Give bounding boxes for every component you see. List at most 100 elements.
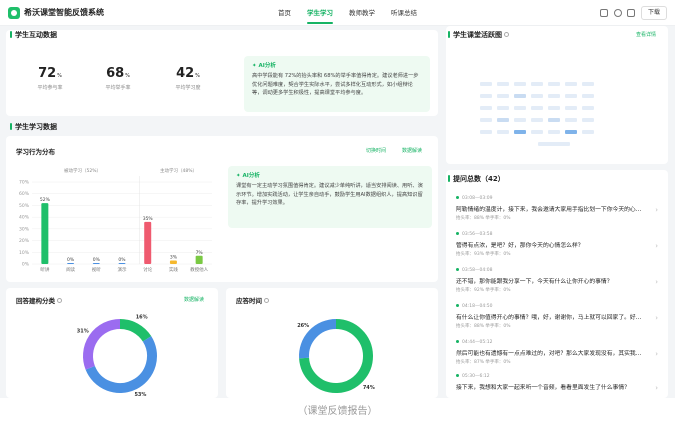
info-icon xyxy=(504,32,509,37)
answer-types-donut-chart: 16% 53% 31% xyxy=(77,315,157,398)
heatmap-cell xyxy=(548,106,560,110)
nav-home[interactable]: 首页 xyxy=(270,0,299,26)
question-item[interactable]: 03:58—04:08 还不错，那你能跟我分享一下，今天有什么让你开心的事情？ … xyxy=(456,268,658,293)
learning-title: 学生学习数据 xyxy=(10,122,57,132)
chevron-right-icon: › xyxy=(655,206,658,214)
answer-time-title: 应答时间 xyxy=(236,295,269,305)
x-tick-label: 演示 xyxy=(118,266,127,273)
bar xyxy=(41,203,49,264)
activity-title: 学生课堂活跃图 xyxy=(448,30,509,40)
answer-time-donut-chart: 74% 26% xyxy=(297,319,375,393)
chevron-right-icon: › xyxy=(655,314,658,322)
heatmap-cell xyxy=(582,106,594,110)
chevron-right-icon: › xyxy=(655,242,658,250)
y-tick-label: 40% xyxy=(19,215,30,221)
heatmap-cell xyxy=(480,82,492,86)
bar-value-label: 7% xyxy=(196,250,204,256)
heatmap-cell xyxy=(548,118,560,122)
switch-time-link[interactable]: 切换时间 xyxy=(366,147,386,154)
heatmap-cell xyxy=(480,118,492,122)
interaction-title: 学生互动数据 xyxy=(10,30,57,40)
fullscreen-icon[interactable] xyxy=(627,9,635,17)
bar-value-label: 52% xyxy=(40,197,51,203)
heatmap-cell xyxy=(531,94,543,98)
heatmap-cell xyxy=(565,130,577,134)
heatmap-cell xyxy=(514,106,526,110)
heatmap-cell xyxy=(514,94,526,98)
bar-value-label: 0% xyxy=(67,257,75,263)
bar-value-label: 3% xyxy=(170,254,178,260)
heatmap-cell xyxy=(565,106,577,110)
chevron-right-icon: › xyxy=(655,350,658,358)
stat-participation: 72% 平均参与率 xyxy=(37,66,63,91)
bar-value-label: 35% xyxy=(143,216,154,222)
heatmap-cell xyxy=(480,94,492,98)
top-bar: 希沃课堂智能反馈系统 首页 学生学习 教师教学 听课总结 下载 xyxy=(0,0,675,26)
x-tick-label: 阅读 xyxy=(66,266,75,273)
settings-icon[interactable] xyxy=(614,9,622,17)
nav-teacher-teaching[interactable]: 教师教学 xyxy=(341,0,383,26)
x-tick-label: 视听 xyxy=(92,266,101,273)
chevron-right-icon: › xyxy=(655,278,658,286)
bar xyxy=(118,263,126,264)
behavior-title: 学习行为分布 xyxy=(16,148,55,156)
app-title: 希沃课堂智能反馈系统 xyxy=(24,8,104,17)
message-icon[interactable] xyxy=(600,9,608,17)
x-tick-label: 教授他人 xyxy=(190,266,208,273)
heatmap-cell xyxy=(548,94,560,98)
heatmap-cell xyxy=(497,130,509,134)
bar xyxy=(195,255,203,264)
donut-slice xyxy=(83,319,121,370)
heatmap-cell xyxy=(531,118,543,122)
y-tick-label: 30% xyxy=(19,226,30,232)
heatmap-cell xyxy=(582,82,594,86)
download-button[interactable]: 下载 xyxy=(641,6,667,20)
y-tick-label: 70% xyxy=(19,180,30,186)
bar xyxy=(169,260,177,264)
interaction-ai-analysis: AI分析 高中学段能有 72%的抬头率和 68%的举手率值得肯定。建议老师进一步… xyxy=(244,56,430,112)
legend-passive: 被动学习（52%） xyxy=(64,169,102,174)
bar xyxy=(67,263,75,264)
stat-hand-raise: 68% 平均举手率 xyxy=(105,66,131,91)
chevron-right-icon: › xyxy=(655,384,658,392)
heatmap-cell xyxy=(497,94,509,98)
info-icon xyxy=(264,298,269,303)
figure-caption: （课堂反馈报告） xyxy=(297,406,378,417)
activity-detail-link[interactable]: 查看详情 xyxy=(636,31,656,38)
slice-label: 26% xyxy=(297,323,309,329)
learning-ai-analysis: AI分析 课堂有一定主动学习氛围值得肯定。建议减少单纯听讲，适当安排阅读、用听、… xyxy=(228,166,432,228)
x-tick-label: 实践 xyxy=(169,266,178,273)
heatmap-cell xyxy=(497,118,509,122)
slice-label: 31% xyxy=(77,329,89,335)
heatmap-cell xyxy=(497,106,509,110)
y-tick-label: 0% xyxy=(22,262,30,268)
y-tick-label: 10% xyxy=(19,250,30,256)
heatmap-cell xyxy=(565,94,577,98)
heatmap-cell xyxy=(582,118,594,122)
behavior-bar-chart: 70% 60% 50% 40% 30% 20% 10% 0% 52% 听讲 0% 阅读 0% 视听 0% 演示… xyxy=(19,176,212,273)
question-item[interactable]: 04:44—05:12 然后可能也有遗憾有一点点难过的，对吧？那么大家发现没有，… xyxy=(456,340,658,365)
heatmap-cell xyxy=(548,130,560,134)
answer-types-detail-link[interactable]: 数据解读 xyxy=(184,296,204,303)
bar xyxy=(144,221,152,264)
behavior-detail-link[interactable]: 数据解读 xyxy=(402,147,422,154)
question-item[interactable]: 05:30—6:12 接下来，我想和大家一起来听一个音频，看看里面发生了什么事情… xyxy=(456,374,658,392)
question-item[interactable]: 03:56—03:58 管得有点浓，是吧？好，那你今天的心情怎么样？ 抬头率：9… xyxy=(456,232,658,257)
question-item[interactable]: 03:08—03:09 阿勒情绪的温度计，接下来，我会邀请大家用手指比划一下你今… xyxy=(456,196,658,221)
heatmap-podium xyxy=(538,142,570,146)
legend-active: 主动学习（48%） xyxy=(160,169,198,174)
slice-label: 53% xyxy=(134,392,146,398)
y-tick-label: 20% xyxy=(19,238,30,244)
donut-slice xyxy=(85,336,157,393)
heatmap-cell xyxy=(514,130,526,134)
question-item[interactable]: 04:18—04:50 有什么让你值得开心的事情？哦，好，谢谢你，马上就可以回家… xyxy=(456,304,658,329)
nav-lesson-summary[interactable]: 听课总结 xyxy=(383,0,425,26)
slice-label: 74% xyxy=(363,385,375,391)
heatmap-cell xyxy=(548,82,560,86)
nav-student-learning[interactable]: 学生学习 xyxy=(299,0,341,26)
app-logo-icon xyxy=(8,7,20,19)
heatmap-cell xyxy=(582,130,594,134)
stat-learning-degree: 42% 平均学习度 xyxy=(175,66,201,91)
bar-value-label: 0% xyxy=(118,257,126,263)
bar xyxy=(92,263,100,264)
